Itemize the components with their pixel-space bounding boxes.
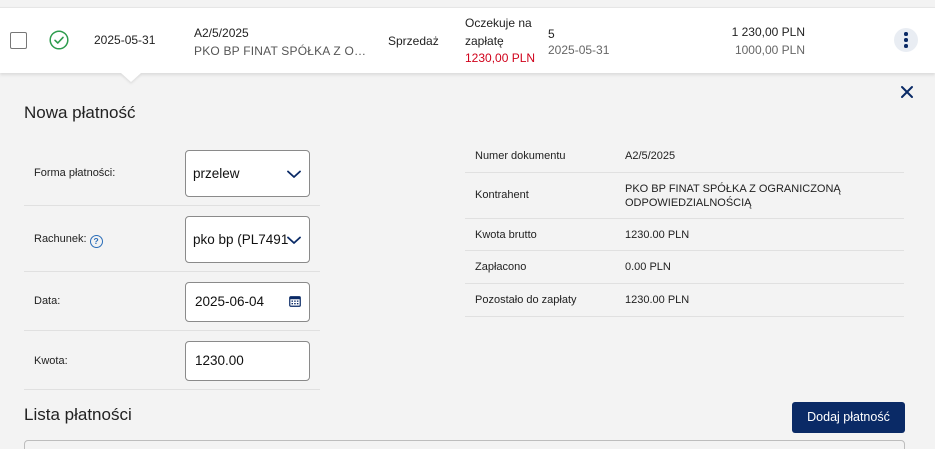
- info-party-label: Kontrahent: [475, 189, 529, 201]
- info-doc-number-label: Numer dokumentu: [475, 150, 566, 162]
- info-remaining-value: 1230.00 PLN: [625, 294, 690, 306]
- row-status-amount: 1230,00 PLN: [465, 51, 536, 65]
- row-doc-number: A2/5/2025: [194, 26, 249, 40]
- payment-method-row: Forma płatności: przelew: [24, 140, 320, 206]
- kebab-menu-icon[interactable]: [894, 28, 918, 52]
- info-gross-label: Kwota brutto: [475, 229, 537, 241]
- amount-input[interactable]: 1230.00: [185, 341, 310, 381]
- new-payment-title: Nowa płatność: [24, 103, 136, 122]
- date-label: Data:: [34, 295, 61, 307]
- info-gross-value: 1230.00 PLN: [625, 229, 690, 241]
- chevron-down-icon: [287, 170, 301, 178]
- payment-method-select[interactable]: przelew: [185, 150, 310, 197]
- info-row-gross: Kwota brutto 1230.00 PLN: [465, 219, 904, 251]
- row-date: 2025-05-31: [94, 33, 156, 47]
- payment-method-value: przelew: [193, 166, 240, 181]
- info-paid-value: 0.00 PLN: [625, 261, 671, 273]
- row-checkbox[interactable]: [10, 32, 27, 49]
- help-icon[interactable]: ?: [89, 235, 103, 248]
- row-amount-net: 1000,00 PLN: [734, 43, 805, 57]
- chevron-down-icon: [287, 236, 301, 244]
- account-value: pko bp (PL7491: [193, 232, 289, 247]
- row-type: Sprzedaż: [388, 34, 439, 48]
- amount-row: Kwota: 1230.00: [24, 331, 320, 390]
- account-label-wrap: Rachunek:?: [34, 233, 103, 248]
- row-status-line2: zapłatę: [465, 34, 504, 48]
- row-amount-gross: 1 230,00 PLN: [731, 25, 805, 39]
- info-row-doc-number: Numer dokumentu A2/5/2025: [465, 140, 904, 173]
- account-label: Rachunek:: [34, 233, 87, 245]
- row-pointer: [121, 73, 141, 82]
- add-payment-button[interactable]: Dodaj płatność: [792, 402, 905, 433]
- info-remaining-label: Pozostało do zapłaty: [475, 294, 577, 306]
- payments-list-title: Lista płatności: [24, 405, 132, 424]
- info-row-paid: Zapłacono 0.00 PLN: [465, 251, 904, 284]
- info-row-party: Kontrahent PKO BP FINAT SPÓŁKA Z OGRANIC…: [465, 173, 904, 219]
- calendar-icon[interactable]: [289, 295, 301, 307]
- info-row-remaining: Pozostało do zapłaty 1230.00 PLN: [465, 284, 904, 317]
- document-row[interactable]: 2025-05-31 A2/5/2025 PKO BP FINAT SPÓŁKA…: [0, 7, 935, 73]
- date-value: 2025-06-04: [195, 294, 265, 309]
- info-paid-label: Zapłacono: [475, 261, 527, 273]
- row-days: 5: [548, 27, 555, 41]
- amount-value: 1230.00: [195, 353, 244, 368]
- check-circle-icon: [49, 30, 69, 50]
- row-party: PKO BP FINAT SPÓŁKA Z OGRANICZONĄ ODPOWI…: [194, 44, 374, 58]
- payment-method-label: Forma płatności:: [34, 167, 116, 179]
- date-input[interactable]: 2025-06-04: [185, 282, 310, 322]
- info-party-value-line1: PKO BP FINAT SPÓŁKA Z OGRANICZONĄ: [625, 183, 841, 195]
- row-due-date: 2025-05-31: [548, 43, 610, 57]
- info-doc-number-value: A2/5/2025: [625, 150, 676, 162]
- close-icon[interactable]: [899, 84, 915, 100]
- row-status-line1: Oczekuje na: [465, 16, 532, 30]
- payments-list: [24, 440, 905, 449]
- amount-label: Kwota:: [34, 355, 68, 367]
- date-row: Data: 2025-06-04: [24, 272, 320, 331]
- info-party-value-line2: ODPOWIEDZIALNOŚCIĄ: [625, 197, 752, 209]
- account-select[interactable]: pko bp (PL7491: [185, 216, 310, 263]
- account-row: Rachunek:? pko bp (PL7491: [24, 206, 320, 272]
